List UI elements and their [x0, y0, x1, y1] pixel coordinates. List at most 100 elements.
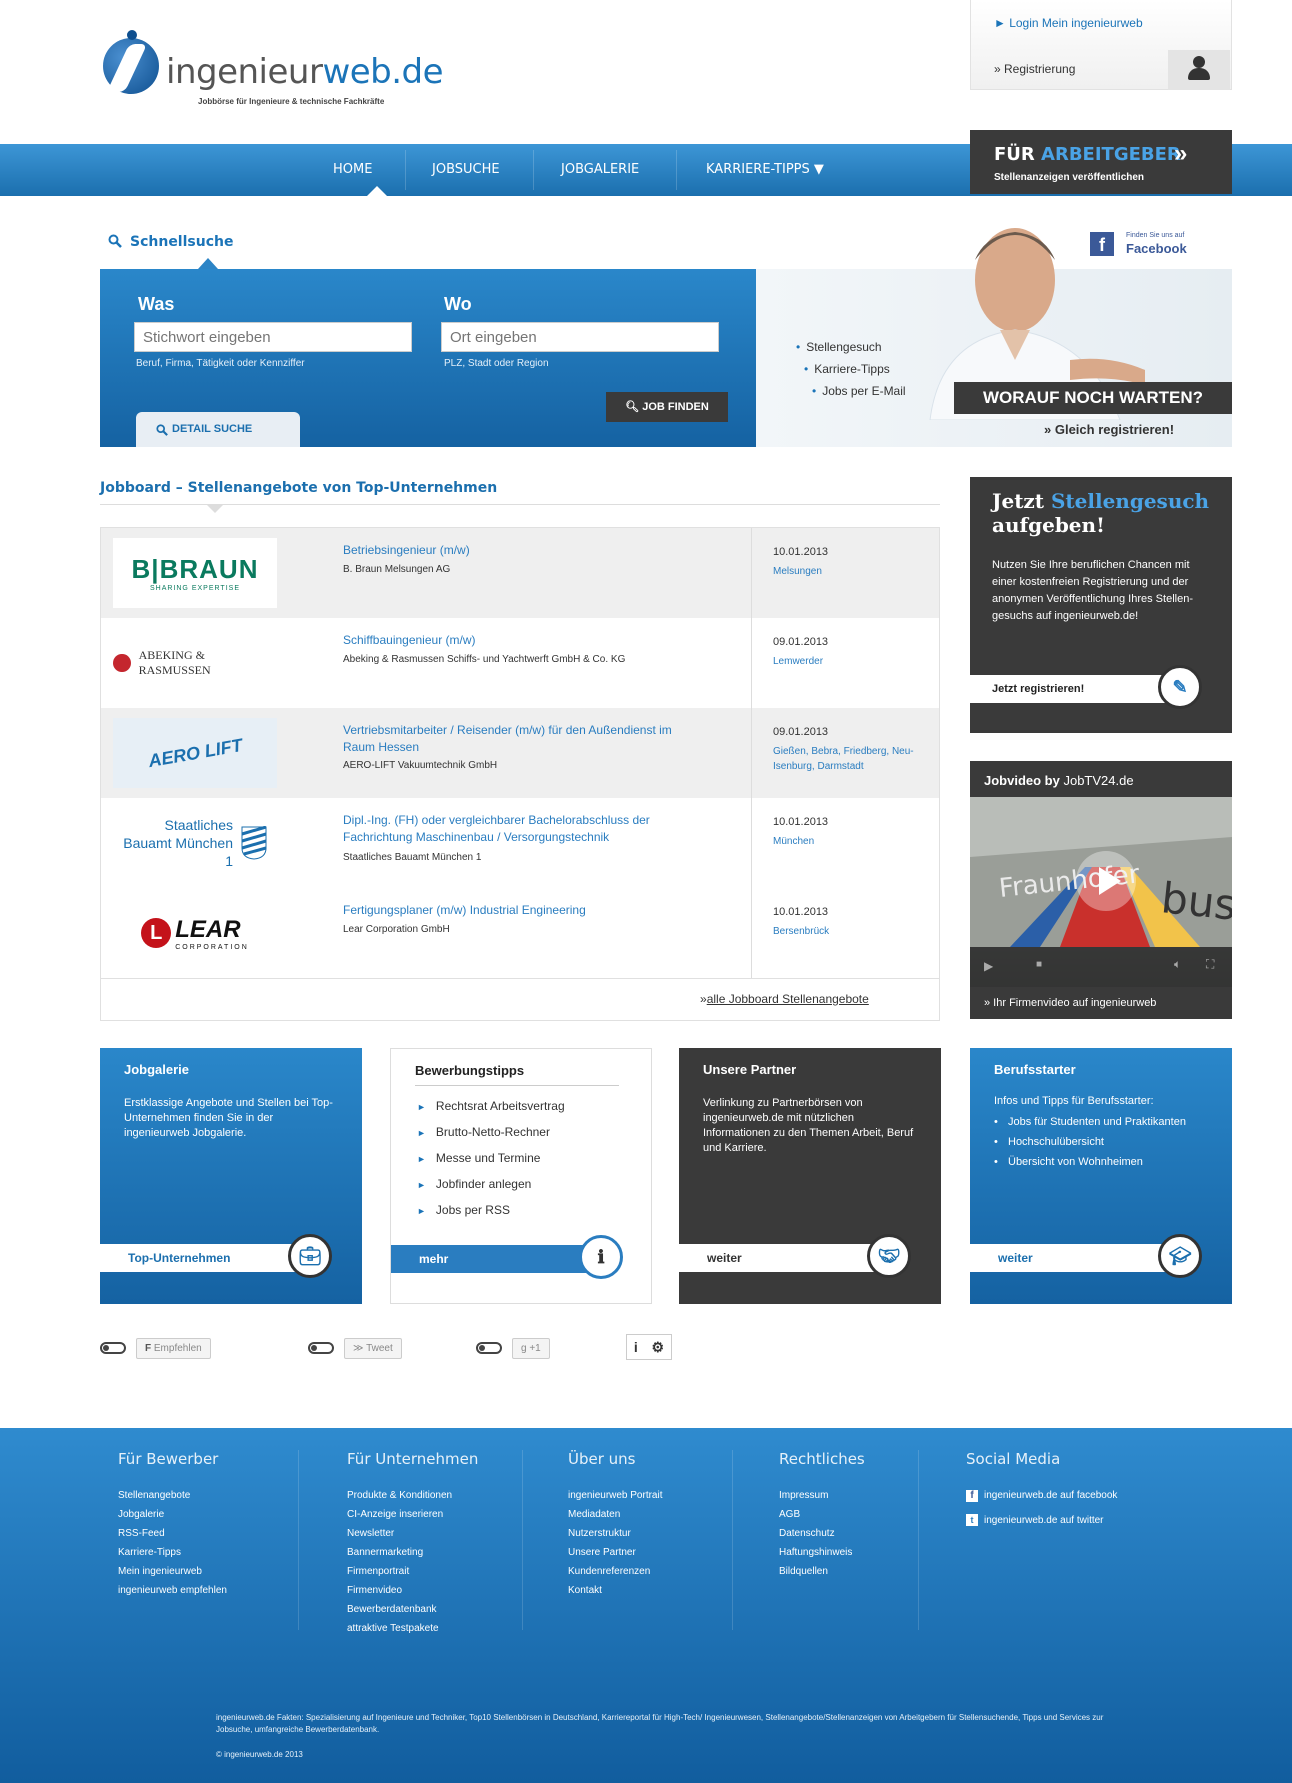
promo-bullet[interactable]: Karriere-Tipps	[804, 362, 890, 376]
footer-link[interactable]: Nutzerstruktur	[568, 1524, 663, 1543]
promo-cta[interactable]: WORAUF NOCH WARTEN?	[954, 382, 1232, 414]
footer-link[interactable]: ingenieurweb empfehlen	[118, 1581, 227, 1600]
list-item[interactable]: Hochschulübersicht	[994, 1134, 1194, 1150]
nav-jobsuche[interactable]: JOBSUCHE	[432, 144, 500, 196]
footer-link[interactable]: Stellenangebote	[118, 1486, 227, 1505]
footer-link[interactable]: Kontakt	[568, 1581, 663, 1600]
footer-link[interactable]: Bannermarketing	[347, 1543, 478, 1562]
promo-bullet[interactable]: Stellengesuch	[796, 340, 881, 354]
footer-link[interactable]: CI-Anzeige inserieren	[347, 1505, 478, 1524]
job-title[interactable]: Betriebsingenieur (m/w)	[343, 542, 683, 559]
job-title[interactable]: Schiffbauingenieur (m/w)	[343, 632, 683, 649]
empfehlen-button[interactable]: F Empfehlen	[136, 1337, 211, 1359]
footer-link[interactable]: Kundenreferenzen	[568, 1562, 663, 1581]
footer-link[interactable]: RSS-Feed	[118, 1524, 227, 1543]
info-icon[interactable]: i	[634, 1339, 638, 1355]
footer-link[interactable]: ingenieurweb Portrait	[568, 1486, 663, 1505]
footer-link[interactable]: f ingenieurweb.de auf facebook	[966, 1486, 1117, 1505]
location-input[interactable]	[441, 322, 719, 352]
job-find-button[interactable]: 🔍︎ JOB FINDEN	[606, 392, 728, 422]
fullscreen-icon[interactable]: ⛶	[1206, 957, 1214, 972]
footer-column: Social Media f ingenieurweb.de auf facebo…	[966, 1450, 1117, 1530]
bewerbungstipps-title: Bewerbungstipps	[415, 1063, 525, 1078]
promo-bullet[interactable]: Jobs per E-Mail	[812, 384, 905, 398]
footer-link[interactable]: attraktive Testpakete	[347, 1619, 478, 1638]
mehr-button[interactable]: mehr	[391, 1245, 591, 1273]
keyword-input[interactable]	[134, 322, 412, 352]
register-now-link[interactable]: » Gleich registrieren!	[1044, 422, 1174, 437]
footer-link[interactable]: Newsletter	[347, 1524, 478, 1543]
briefcase-icon[interactable]: 💼︎	[288, 1234, 332, 1278]
table-row[interactable]: AERO LIFT Vertriebsmitarbeiter / Reisend…	[101, 708, 939, 798]
footer-heading: Für Unternehmen	[347, 1450, 479, 1468]
stop-icon[interactable]: ■	[1036, 959, 1042, 970]
job-title[interactable]: Fertigungsplaner (m/w) Industrial Engine…	[343, 902, 683, 919]
footer-link[interactable]: Bildquellen	[779, 1562, 865, 1581]
footer-link[interactable]: Unsere Partner	[568, 1543, 663, 1562]
job-date: 10.01.2013	[773, 546, 829, 558]
nav-karriere-tipps[interactable]: KARRIERE-TIPPS ▼	[706, 144, 824, 196]
partner-weiter-button[interactable]: weiter	[679, 1244, 879, 1272]
footer-link[interactable]: Jobgalerie	[118, 1505, 227, 1524]
table-row[interactable]: ABEKING & RASMUSSEN Schiffbauingenieur (…	[101, 618, 939, 708]
video-caption-link[interactable]: » Ihr Firmenvideo auf ingenieurweb	[984, 997, 1156, 1009]
footer-link[interactable]: Karriere-Tipps	[118, 1543, 227, 1562]
register-link[interactable]: » Registrierung	[994, 62, 1075, 76]
job-title[interactable]: Dipl.-Ing. (FH) oder vergleichbarer Bach…	[343, 812, 683, 846]
volume-icon[interactable]: 🔈︎	[1174, 957, 1181, 972]
list-item[interactable]: Übersicht von Wohnheimen	[994, 1154, 1194, 1170]
tweet-button[interactable]: ≫ Tweet	[344, 1337, 402, 1359]
video-title: Jobvideo by JobTV24.de	[984, 773, 1134, 788]
stellengesuch-box: Jetzt Stellengesuch aufgeben! Nutzen Sie …	[970, 477, 1232, 733]
list-item[interactable]: Jobfinder anlegen	[417, 1177, 565, 1191]
job-title[interactable]: Vertriebsmitarbeiter / Reisender (m/w) f…	[343, 722, 683, 756]
column-divider	[751, 708, 752, 798]
nav-active-caret	[367, 186, 387, 196]
footer-link[interactable]: Haftungshinweis	[779, 1543, 865, 1562]
toggle-icon[interactable]	[476, 1342, 502, 1354]
toggle-icon[interactable]	[308, 1342, 334, 1354]
edit-icon[interactable]: ✎	[1158, 665, 1202, 709]
list-item[interactable]: Jobs für Studenten und Praktikanten	[994, 1114, 1194, 1130]
gplus-button[interactable]: g +1	[512, 1337, 550, 1359]
starter-weiter-button[interactable]: weiter	[970, 1244, 1170, 1272]
play-button[interactable]	[1076, 851, 1136, 911]
register-button[interactable]: Jetzt registrieren!	[970, 675, 1170, 703]
play-icon[interactable]: ▶	[984, 959, 993, 973]
nav-jobgalerie[interactable]: JOBGALERIE	[561, 144, 639, 196]
logo-text[interactable]: ingenieurweb.de	[166, 52, 444, 92]
footer-link[interactable]: Impressum	[779, 1486, 865, 1505]
employer-button[interactable]: FÜR ARBEITGEBER » Stellenanzeigen veröff…	[970, 130, 1232, 194]
list-item[interactable]: Brutto-Netto-Rechner	[417, 1125, 565, 1139]
list-item[interactable]: Messe und Termine	[417, 1151, 565, 1165]
handshake-icon[interactable]: 🤝︎	[867, 1234, 911, 1278]
user-icon[interactable]	[1168, 50, 1230, 90]
top-unternehmen-button[interactable]: Top-Unternehmen	[100, 1244, 300, 1272]
footer-link[interactable]: t ingenieurweb.de auf twitter	[966, 1511, 1117, 1530]
footer-link[interactable]: Bewerberdatenbank	[347, 1600, 478, 1619]
footer-link[interactable]: Mein ingenieurweb	[118, 1562, 227, 1581]
table-row[interactable]: L LEAR CORPORATION Fertigungsplaner (m/w…	[101, 888, 939, 978]
gear-icon[interactable]: ⚙	[652, 1339, 665, 1356]
footer-link[interactable]: Firmenvideo	[347, 1581, 478, 1600]
info-icon[interactable]: ℹ	[579, 1235, 623, 1279]
facebook-box[interactable]: f Finden Sie uns auf Facebook	[1090, 230, 1250, 264]
video-player[interactable]: Fraunhofer bus ▶ ■ 🔈︎ ⛶	[970, 797, 1232, 987]
table-row[interactable]: Staatliches Bauamt München 1 Dipl.-Ing. …	[101, 798, 939, 888]
column-divider	[751, 798, 752, 888]
wo-label: Wo	[444, 294, 472, 314]
footer-link[interactable]: AGB	[779, 1505, 865, 1524]
footer-link[interactable]: Mediadaten	[568, 1505, 663, 1524]
all-jobs-link[interactable]: » alle Jobboard Stellenangebote	[700, 992, 869, 1006]
login-link[interactable]: ► Login Mein ingenieurweb	[994, 16, 1143, 30]
footer-about: ingenieurweb.de Fakten: Spezialisierung …	[216, 1713, 1104, 1734]
graduation-cap-icon[interactable]: 🎓︎	[1158, 1234, 1202, 1278]
footer-link[interactable]: Firmenportrait	[347, 1562, 478, 1581]
list-item[interactable]: Rechtsrat Arbeitsvertrag	[417, 1099, 565, 1113]
table-row[interactable]: B|BRAUN SHARING EXPERTISE Betriebsingeni…	[101, 528, 939, 618]
footer-link[interactable]: Datenschutz	[779, 1524, 865, 1543]
jobboard-caret	[206, 504, 224, 513]
list-item[interactable]: Jobs per RSS	[417, 1203, 565, 1217]
footer-link[interactable]: Produkte & Konditionen	[347, 1486, 478, 1505]
toggle-icon[interactable]	[100, 1342, 126, 1354]
